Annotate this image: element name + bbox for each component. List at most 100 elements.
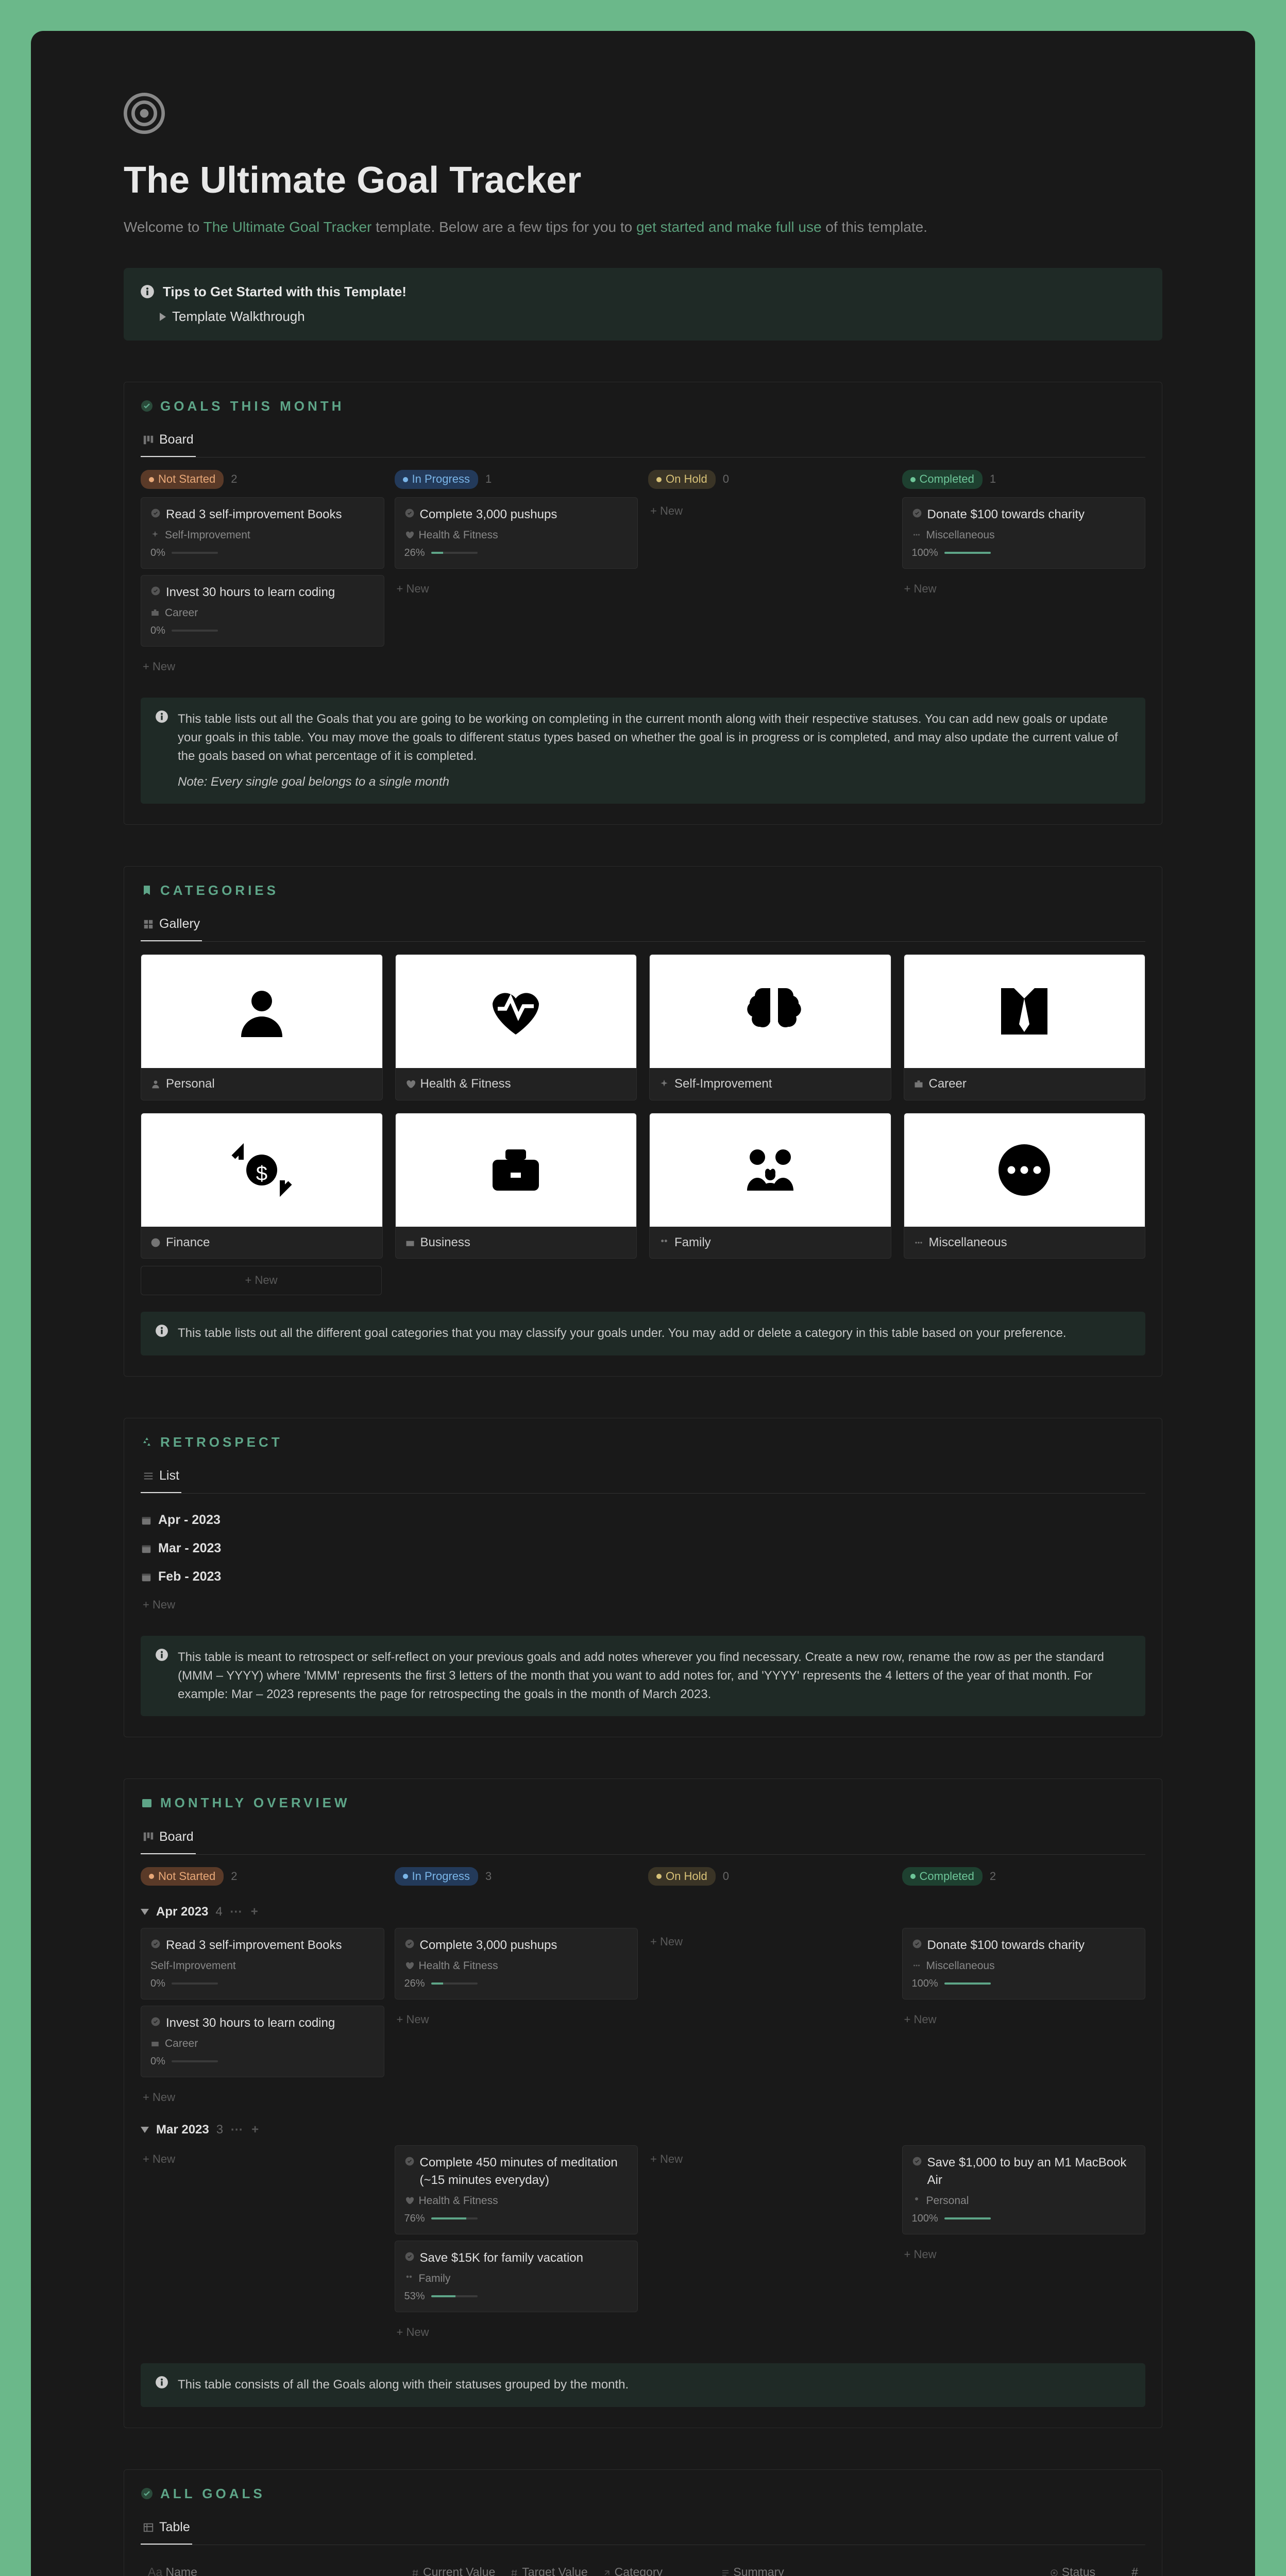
page-icon[interactable]: [124, 93, 165, 134]
status-icon: [1050, 2568, 1059, 2576]
add-list-item-button[interactable]: + New: [141, 1591, 1145, 1619]
col-status[interactable]: Status: [1042, 2557, 1124, 2576]
goal-card[interactable]: Invest 30 hours to learn codingCareer0%: [141, 2006, 384, 2077]
add-card-button[interactable]: + New: [648, 497, 892, 526]
category-card-misc[interactable]: Miscellaneous: [904, 1113, 1146, 1259]
person-icon: [150, 1079, 161, 1089]
info-callout-retrospect: This table is meant to retrospect or sel…: [141, 1636, 1145, 1716]
dots-circle-icon: [993, 1139, 1055, 1201]
col-summary[interactable]: Summary: [714, 2557, 1042, 2576]
month-group-apr[interactable]: Apr 2023 4 ⋯ +: [141, 1903, 1145, 1921]
category-card-self-improvement[interactable]: Self-Improvement: [649, 954, 891, 1100]
more-icon[interactable]: ⋯: [230, 1903, 244, 1921]
number-icon: [411, 2568, 420, 2576]
category-card-health[interactable]: Health & Fitness: [395, 954, 637, 1100]
subtitle-link-1[interactable]: The Ultimate Goal Tracker: [204, 219, 372, 235]
tie-icon: [993, 980, 1055, 1042]
view-tab-table[interactable]: Table: [141, 2513, 192, 2545]
add-card-button[interactable]: + New: [648, 1928, 892, 1956]
add-card-button[interactable]: + New: [141, 2145, 384, 2174]
list-item[interactable]: Apr - 2023: [141, 1506, 1145, 1534]
person-icon: [231, 980, 293, 1042]
list-item[interactable]: Mar - 2023: [141, 1534, 1145, 1563]
col-tally[interactable]: #: [1124, 2557, 1145, 2576]
info-icon: [155, 710, 168, 723]
calendar-icon: [141, 1571, 152, 1583]
chevron-down-icon: [141, 1909, 149, 1915]
goal-card[interactable]: Donate $100 towards charity Miscellaneou…: [902, 497, 1146, 569]
people-icon: [659, 1238, 669, 1248]
text-icon: [721, 2568, 730, 2576]
add-card-button[interactable]: + New: [902, 2006, 1146, 2034]
add-card-button[interactable]: + New: [141, 2083, 384, 2112]
check-circle-icon: [912, 508, 922, 518]
view-tab-gallery[interactable]: Gallery: [141, 910, 202, 941]
more-icon[interactable]: ⋯: [230, 2121, 244, 2139]
toggle-template-walkthrough[interactable]: Template Walkthrough: [140, 307, 305, 326]
check-circle-icon: [404, 508, 415, 518]
check-circle-icon: [150, 2016, 161, 2027]
svg-text:$: $: [256, 1162, 267, 1185]
calendar-icon: [141, 1797, 153, 1809]
add-card-button[interactable]: + New: [648, 2145, 892, 2174]
col-name[interactable]: Aa Name: [141, 2557, 403, 2576]
info-icon: [155, 1648, 168, 1662]
view-tab-list[interactable]: List: [141, 1462, 181, 1493]
list-item[interactable]: Feb - 2023: [141, 1563, 1145, 1591]
category-card-finance[interactable]: $ Finance: [141, 1113, 383, 1259]
category-card-family[interactable]: Family: [649, 1113, 891, 1259]
notion-page: The Ultimate Goal Tracker Welcome to The…: [31, 31, 1255, 2576]
col-category[interactable]: Category: [595, 2557, 714, 2576]
all-goals-table: Aa Name Current Value Target Value Categ…: [141, 2557, 1145, 2576]
dollar-icon: [150, 1238, 161, 1248]
add-card-button[interactable]: + New: [395, 575, 638, 603]
goal-card[interactable]: Invest 30 hours to learn coding Career 0…: [141, 575, 384, 647]
goal-card[interactable]: Read 3 self-improvement BooksSelf-Improv…: [141, 1928, 384, 1999]
add-icon[interactable]: +: [251, 1903, 260, 1921]
section-categories: CATEGORIES Gallery Personal Health & Fit…: [124, 866, 1162, 1377]
add-icon[interactable]: +: [251, 2121, 260, 2139]
month-group-mar[interactable]: Mar 2023 3 ⋯ +: [141, 2121, 1145, 2139]
calendar-icon: [141, 1543, 152, 1554]
category-card-business[interactable]: Business: [395, 1113, 637, 1259]
goal-card[interactable]: Complete 3,000 pushupsHealth & Fitness26…: [395, 1928, 638, 1999]
goal-card[interactable]: Read 3 self-improvement Books Self-Impro…: [141, 497, 384, 569]
add-card-button[interactable]: + New: [902, 575, 1146, 603]
view-tab-board[interactable]: Board: [141, 426, 196, 457]
add-category-button[interactable]: + New: [141, 1266, 382, 1295]
page-title: The Ultimate Goal Tracker: [124, 155, 1162, 207]
goal-card[interactable]: Donate $100 towards charityMiscellaneous…: [902, 1928, 1146, 1999]
add-card-button[interactable]: + New: [141, 653, 384, 681]
goal-card[interactable]: Complete 450 minutes of meditation (~15 …: [395, 2145, 638, 2234]
add-card-button[interactable]: + New: [395, 2318, 638, 2347]
subtitle-link-2[interactable]: get started and make full use: [636, 219, 822, 235]
sparkle-icon: [659, 1079, 669, 1089]
relation-icon: [602, 2568, 612, 2576]
info-callout-goals-month: This table lists out all the Goals that …: [141, 698, 1145, 804]
section-monthly-overview: MONTHLY OVERVIEW Board Not Started2 In P…: [124, 1778, 1162, 2428]
board-column-not-started: Not Started2 Read 3 self-improvement Boo…: [141, 470, 384, 681]
number-icon: [510, 2568, 519, 2576]
check-circle-icon: [912, 1939, 922, 1949]
page-subtitle: Welcome to The Ultimate Goal Tracker tem…: [124, 217, 1162, 237]
goal-card[interactable]: Save $15K for family vacationFamily53%: [395, 2241, 638, 2312]
view-tab-board[interactable]: Board: [141, 1823, 196, 1854]
col-current[interactable]: Current Value: [403, 2557, 502, 2576]
goal-card[interactable]: Save $1,000 to buy an M1 MacBook AirPers…: [902, 2145, 1146, 2234]
goal-card[interactable]: Complete 3,000 pushups Health & Fitness …: [395, 497, 638, 569]
check-circle-icon: [150, 586, 161, 596]
check-circle-icon: [141, 2487, 153, 2500]
dots-icon: [912, 1961, 921, 1970]
check-circle-icon: [150, 1939, 161, 1949]
dots-icon: [912, 530, 921, 539]
col-target[interactable]: Target Value: [502, 2557, 595, 2576]
category-card-personal[interactable]: Personal: [141, 954, 383, 1100]
add-card-button[interactable]: + New: [395, 2006, 638, 2034]
board-column-in-progress: In Progress1 Complete 3,000 pushups Heal…: [395, 470, 638, 681]
heart-pulse-icon: [404, 2196, 414, 2205]
section-all-goals: ALL GOALS Table Aa Name Current Value Ta…: [124, 2469, 1162, 2576]
add-card-button[interactable]: + New: [902, 2241, 1146, 2269]
info-icon: [140, 284, 155, 299]
heart-pulse-icon: [485, 980, 547, 1042]
category-card-career[interactable]: Career: [904, 954, 1146, 1100]
